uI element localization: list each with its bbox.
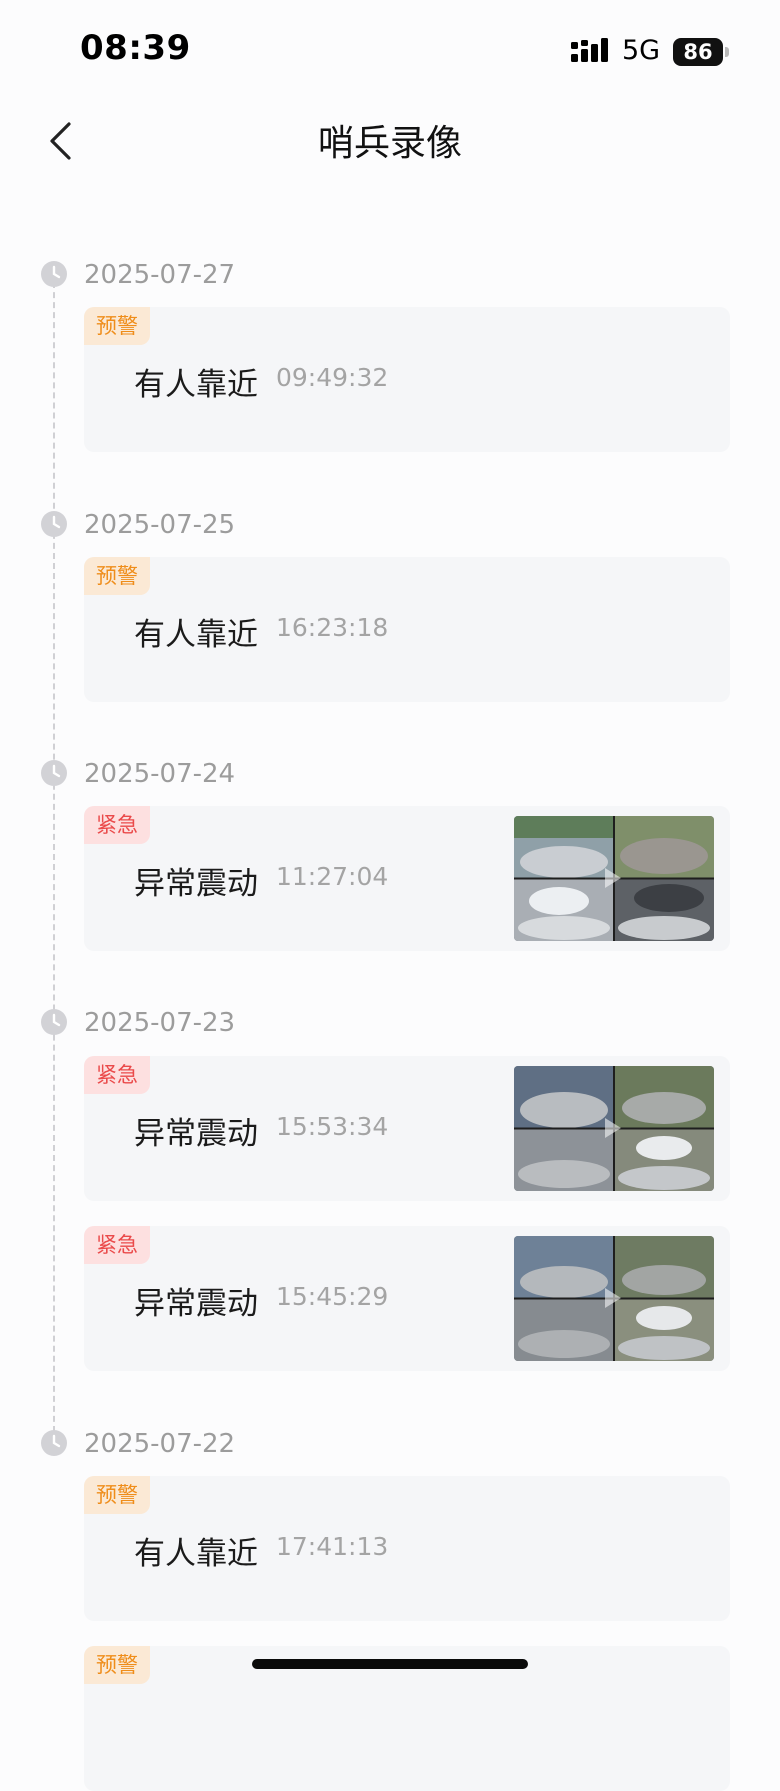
cellular-signal-icon (571, 38, 608, 62)
record-card[interactable]: 紧急 异常震动 15:53:34 (84, 1056, 730, 1201)
battery-indicator: 86 (673, 38, 729, 66)
event-time: 15:53:34 (276, 1112, 389, 1141)
status-time: 08:39 (80, 28, 191, 68)
clock-icon (41, 1009, 67, 1035)
record-card[interactable]: 预警 有人靠近 17:41:13 (84, 1476, 730, 1621)
video-thumbnail[interactable] (514, 1236, 714, 1361)
timeline-date: 2025-07-22 (84, 1429, 236, 1459)
camera-grid-thumbnail (514, 816, 714, 941)
nav-header: 哨兵录像 (0, 100, 780, 180)
event-time: 17:41:13 (276, 1532, 389, 1561)
record-card[interactable]: 预警 有人靠近 16:23:18 (84, 557, 730, 702)
event-label: 异常震动 (134, 866, 258, 902)
video-thumbnail[interactable] (514, 1066, 714, 1191)
event-label: 有人靠近 (134, 367, 258, 403)
record-card[interactable]: 紧急 异常震动 15:45:29 (84, 1226, 730, 1371)
record-card[interactable]: 预警 有人靠近 09:49:32 (84, 307, 730, 452)
clock-icon (41, 760, 67, 786)
warning-badge: 预警 (84, 1476, 150, 1514)
warning-badge: 预警 (84, 557, 150, 595)
network-type: 5G (622, 35, 661, 66)
clock-icon (41, 511, 67, 537)
event-label: 异常震动 (134, 1116, 258, 1152)
camera-grid-thumbnail (514, 1236, 714, 1361)
event-time: 09:49:32 (276, 363, 389, 392)
event-time: 11:27:04 (276, 862, 389, 891)
urgent-badge: 紧急 (84, 1056, 150, 1094)
timeline-line (53, 272, 55, 1442)
event-time: 16:23:18 (276, 613, 389, 642)
status-bar: 08:39 5G 86 (0, 0, 780, 100)
record-card[interactable]: 紧急 异常震动 11:27:04 (84, 806, 730, 951)
event-label: 异常震动 (134, 1286, 258, 1322)
timeline-date: 2025-07-25 (84, 510, 236, 540)
battery-tip (725, 47, 729, 57)
timeline-date: 2025-07-23 (84, 1008, 236, 1038)
warning-badge: 预警 (84, 307, 150, 345)
warning-badge: 预警 (84, 1646, 150, 1684)
event-label: 有人靠近 (134, 1536, 258, 1572)
event-label: 有人靠近 (134, 617, 258, 653)
timeline-date: 2025-07-24 (84, 759, 236, 789)
video-thumbnail[interactable] (514, 816, 714, 941)
home-indicator[interactable] (252, 1659, 528, 1669)
urgent-badge: 紧急 (84, 1226, 150, 1264)
urgent-badge: 紧急 (84, 806, 150, 844)
event-time: 15:45:29 (276, 1282, 389, 1311)
battery-level: 86 (673, 38, 723, 66)
page-title: 哨兵录像 (317, 123, 462, 164)
clock-icon (41, 261, 67, 287)
timeline-date: 2025-07-27 (84, 260, 236, 290)
clock-icon (41, 1430, 67, 1456)
camera-grid-thumbnail (514, 1066, 714, 1191)
